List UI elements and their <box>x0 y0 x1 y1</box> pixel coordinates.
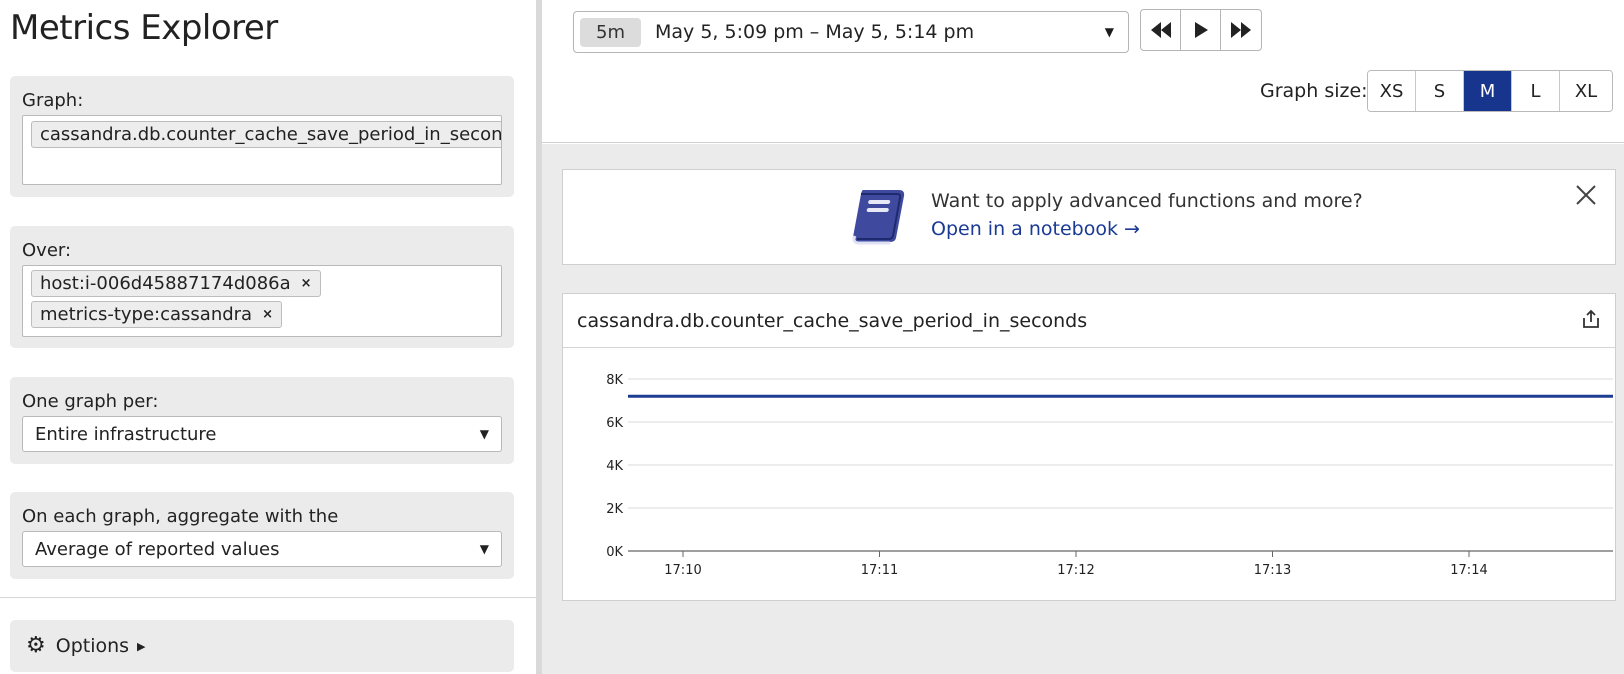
graph-card: cassandra.db.counter_cache_save_period_i… <box>562 293 1616 601</box>
fast-forward-button[interactable] <box>1221 10 1261 50</box>
time-range-picker[interactable]: 5m May 5, 5:09 pm – May 5, 5:14 pm ▼ <box>573 11 1129 53</box>
play-button[interactable] <box>1181 10 1221 50</box>
metric-input[interactable]: cassandra.db.counter_cache_save_period_i… <box>22 115 502 185</box>
notebook-banner: Want to apply advanced functions and mor… <box>562 169 1616 265</box>
size-s-button[interactable]: S <box>1416 71 1464 111</box>
rewind-button[interactable] <box>1141 10 1181 50</box>
fast-forward-icon <box>1231 22 1251 38</box>
x-tick-label: 17:12 <box>1057 563 1094 578</box>
banner-message: Want to apply advanced functions and mor… <box>931 190 1363 212</box>
size-xl-button[interactable]: XL <box>1560 71 1612 111</box>
graph-size-selector: XS S M L XL <box>1367 70 1613 112</box>
divider <box>0 597 536 598</box>
size-m-button[interactable]: M <box>1464 71 1512 111</box>
gear-icon: ⚙ <box>26 633 46 658</box>
size-xs-button[interactable]: XS <box>1368 71 1416 111</box>
caret-right-icon: ▶ <box>137 639 146 653</box>
remove-tag-icon[interactable]: × <box>301 276 312 291</box>
left-panel: Metrics Explorer Graph: cassandra.db.cou… <box>0 0 536 674</box>
one-graph-per-section: One graph per: Entire infrastructure ▼ <box>10 377 514 464</box>
rewind-icon <box>1150 22 1171 38</box>
y-tick-label: 2K <box>606 502 623 517</box>
graph-size-label: Graph size: <box>1260 80 1368 102</box>
over-label: Over: <box>22 240 72 261</box>
select-value: Average of reported values <box>35 538 280 560</box>
aggregate-label: On each graph, aggregate with the <box>22 506 339 527</box>
playback-controls <box>1140 9 1262 51</box>
caret-down-icon: ▼ <box>479 542 489 556</box>
remove-tag-icon[interactable]: × <box>262 307 273 322</box>
chevron-down-icon[interactable]: ▼ <box>1105 25 1114 39</box>
y-tick-label: 8K <box>606 373 623 388</box>
x-tick-label: 17:13 <box>1254 563 1291 578</box>
one-graph-per-select[interactable]: Entire infrastructure ▼ <box>22 416 502 452</box>
x-tick-label: 17:10 <box>664 563 701 578</box>
page-title: Metrics Explorer <box>10 8 278 48</box>
size-l-button[interactable]: L <box>1512 71 1560 111</box>
tag-label: host:i-006d45887174d086a <box>40 273 291 294</box>
aggregate-select[interactable]: Average of reported values ▼ <box>22 531 502 567</box>
x-tick-label: 17:11 <box>861 563 898 578</box>
time-span-chip[interactable]: 5m <box>580 17 641 47</box>
aggregate-section: On each graph, aggregate with the Averag… <box>10 492 514 579</box>
y-tick-label: 4K <box>606 459 623 474</box>
over-section: Over: host:i-006d45887174d086a × metrics… <box>10 226 514 348</box>
caret-down-icon: ▼ <box>479 427 489 441</box>
open-notebook-link[interactable]: Open in a notebook → <box>931 218 1140 240</box>
x-tick-label: 17:14 <box>1450 563 1487 578</box>
notebook-icon <box>849 186 911 250</box>
options-label: Options <box>55 635 130 657</box>
close-icon[interactable] <box>1575 184 1597 211</box>
over-tag-metrics-type: metrics-type:cassandra × <box>31 301 282 328</box>
graph-section: Graph: cassandra.db.counter_cache_save_p… <box>10 76 514 197</box>
time-range-text: May 5, 5:09 pm – May 5, 5:14 pm <box>655 21 975 43</box>
over-tags-input[interactable]: host:i-006d45887174d086a × metrics-type:… <box>22 265 502 337</box>
line-chart[interactable]: 0K 2K 4K 6K 8K 17:10 17:11 17:12 17:13 17:14 <box>563 349 1615 599</box>
over-tag-host: host:i-006d45887174d086a × <box>31 270 321 297</box>
export-icon[interactable] <box>1581 309 1601 333</box>
graph-header: cassandra.db.counter_cache_save_period_i… <box>563 294 1615 348</box>
tag-label: metrics-type:cassandra <box>40 304 253 325</box>
metric-tag-label: cassandra.db.counter_cache_save_period_i… <box>40 124 502 145</box>
graph-label: Graph: <box>22 90 84 111</box>
graph-title: cassandra.db.counter_cache_save_period_i… <box>577 309 1088 332</box>
y-tick-label: 0K <box>606 545 623 560</box>
metric-tag[interactable]: cassandra.db.counter_cache_save_period_i… <box>31 121 502 148</box>
select-value: Entire infrastructure <box>35 423 217 445</box>
one-graph-per-label: One graph per: <box>22 391 159 412</box>
y-tick-label: 6K <box>606 416 623 431</box>
options-toggle[interactable]: ⚙ Options ▶ <box>10 620 514 672</box>
play-icon <box>1194 22 1208 38</box>
